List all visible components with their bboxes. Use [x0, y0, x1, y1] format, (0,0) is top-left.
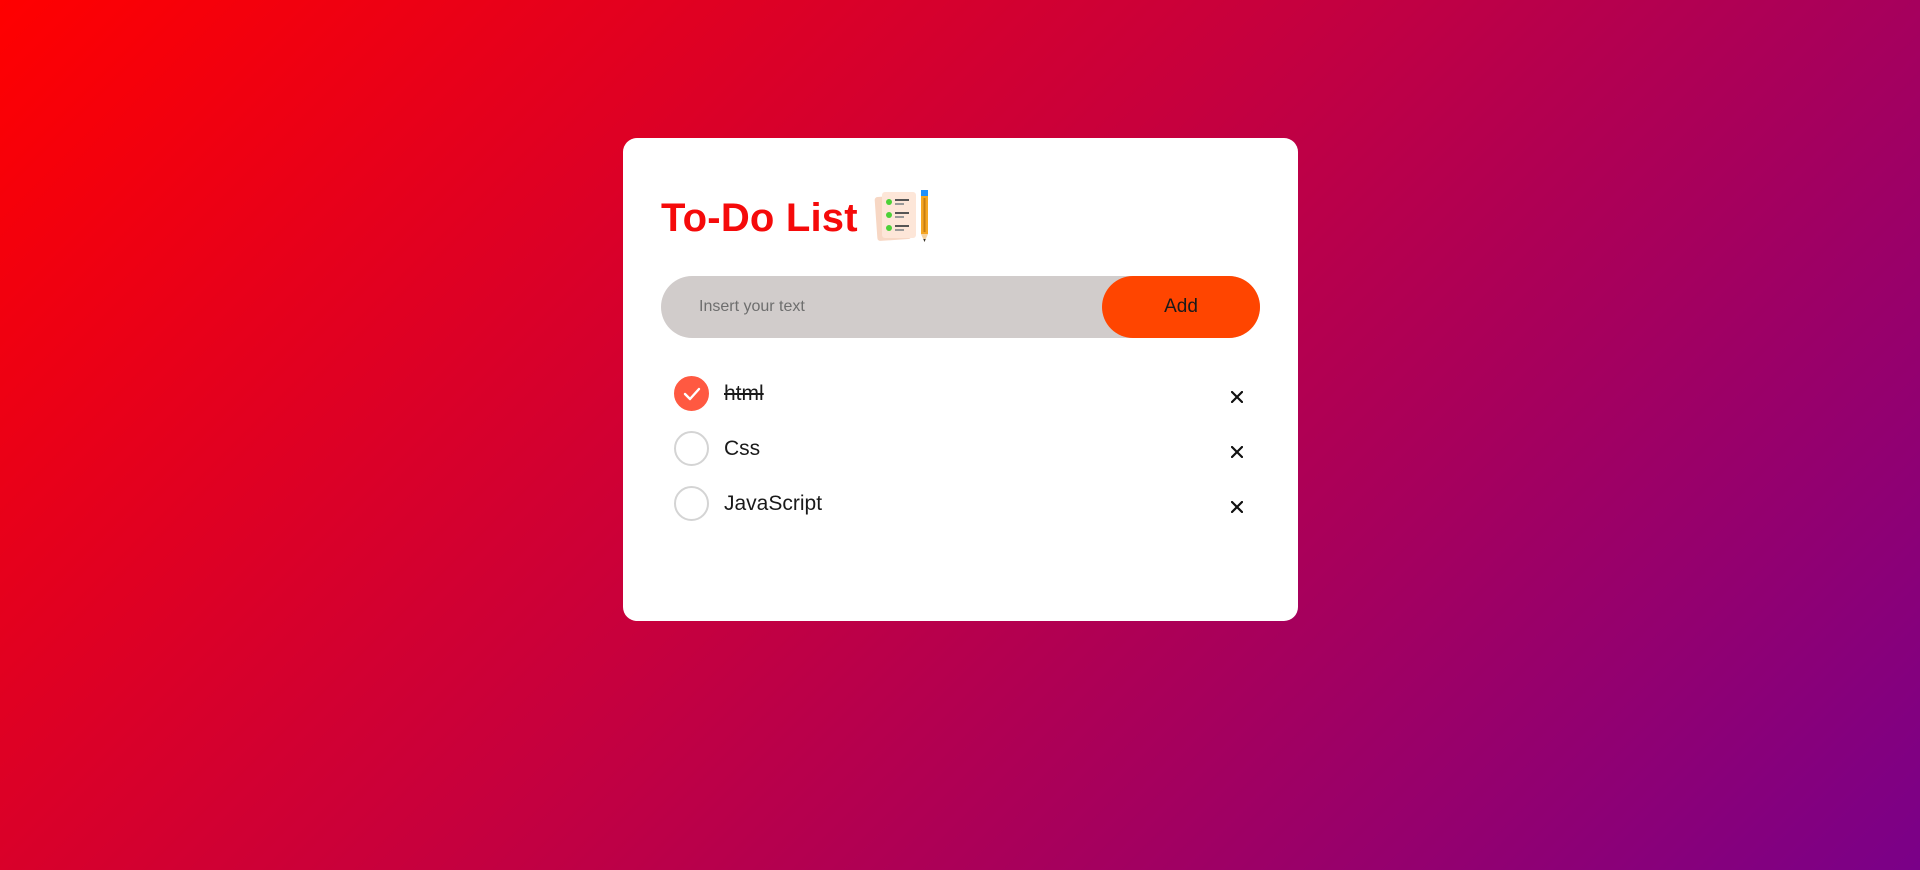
- list-item[interactable]: html: [661, 366, 1260, 421]
- add-button[interactable]: Add: [1102, 276, 1260, 338]
- task-text: html: [724, 381, 764, 405]
- task-input-row: Add: [661, 276, 1260, 338]
- task-checkbox[interactable]: [674, 376, 709, 411]
- task-text: JavaScript: [724, 491, 823, 515]
- close-icon[interactable]: [1224, 439, 1250, 465]
- list-item[interactable]: JavaScript: [661, 476, 1260, 531]
- task-checkbox[interactable]: [674, 431, 709, 466]
- check-icon: [683, 387, 700, 400]
- checklist-pencil-icon: [872, 190, 932, 246]
- todo-card: To-Do List Add: [623, 138, 1298, 621]
- header: To-Do List: [661, 188, 1260, 248]
- list-item[interactable]: Css: [661, 421, 1260, 476]
- task-checkbox[interactable]: [674, 486, 709, 521]
- task-input[interactable]: [661, 276, 1101, 338]
- page-title: To-Do List: [661, 195, 858, 240]
- close-icon[interactable]: [1224, 384, 1250, 410]
- close-icon[interactable]: [1224, 494, 1250, 520]
- task-text: Css: [724, 436, 761, 460]
- todo-list: html Css JavaScript: [661, 366, 1260, 531]
